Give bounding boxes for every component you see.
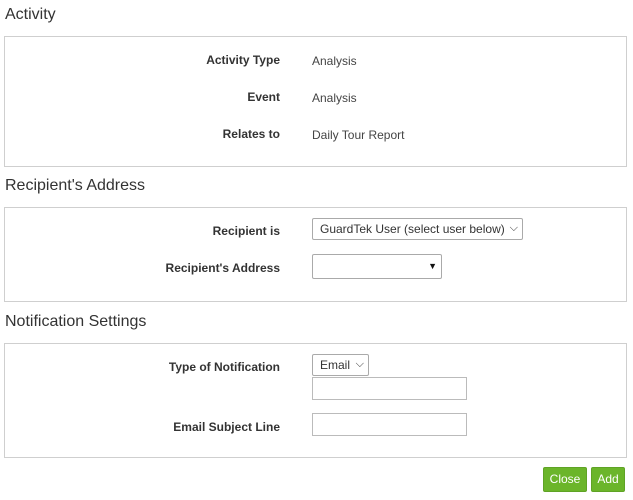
notification-section-title: Notification Settings bbox=[5, 313, 147, 330]
email-subject-label: Email Subject Line bbox=[173, 420, 280, 434]
relates-to-label: Relates to bbox=[222, 127, 280, 141]
chevron-down-icon: ⌵ bbox=[355, 358, 364, 370]
email-address-input[interactable] bbox=[312, 377, 467, 400]
event-value: Analysis bbox=[312, 91, 357, 105]
add-button[interactable]: Add bbox=[591, 467, 625, 492]
recipient-is-value: GuardTek User (select user below) bbox=[320, 222, 505, 236]
activity-type-label: Activity Type bbox=[206, 53, 280, 67]
recipient-section-title: Recipient's Address bbox=[5, 177, 146, 194]
recipient-is-select[interactable]: GuardTek User (select user below) ⌵ bbox=[312, 218, 523, 240]
notification-type-select[interactable]: Email ⌵ bbox=[312, 354, 369, 376]
recipient-address-label: Recipient's Address bbox=[165, 261, 280, 275]
email-subject-input[interactable] bbox=[312, 413, 467, 436]
chevron-down-icon: ⌵ bbox=[509, 222, 518, 234]
activity-panel: Activity Type Analysis Event Analysis Re… bbox=[4, 36, 627, 167]
recipient-panel: Recipient is GuardTek User (select user … bbox=[4, 207, 627, 302]
activity-type-value: Analysis bbox=[312, 54, 357, 68]
activity-section-title: Activity bbox=[5, 6, 56, 23]
notification-type-value: Email bbox=[320, 358, 351, 372]
caret-down-icon: ▼ bbox=[428, 261, 437, 271]
notification-type-label: Type of Notification bbox=[168, 360, 280, 374]
recipient-is-label: Recipient is bbox=[212, 224, 280, 238]
notification-panel: Type of Notification Email ⌵ Email Subje… bbox=[4, 343, 627, 458]
close-button[interactable]: Close bbox=[543, 467, 587, 492]
recipient-address-select[interactable]: ▼ bbox=[312, 254, 442, 279]
event-label: Event bbox=[247, 90, 280, 104]
relates-to-value: Daily Tour Report bbox=[312, 128, 405, 142]
